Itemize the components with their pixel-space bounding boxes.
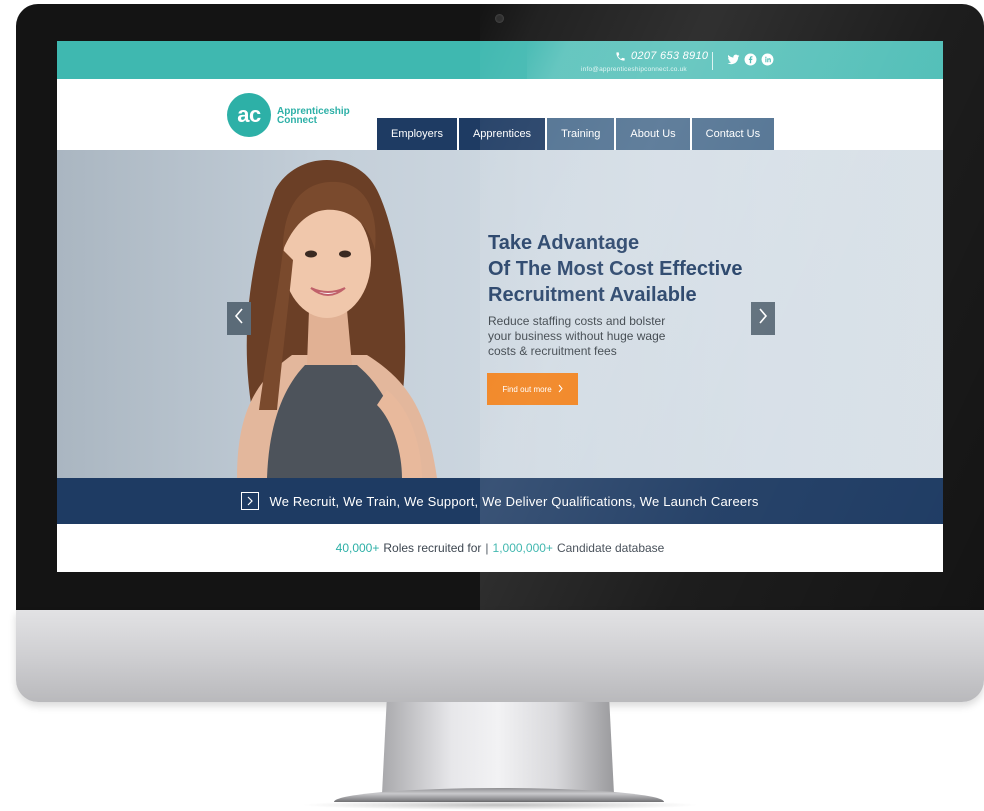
chevron-left-icon <box>234 308 244 329</box>
nav-item-contact-us[interactable]: Contact Us <box>691 118 775 150</box>
monitor-chin <box>16 610 984 702</box>
linkedin-icon[interactable] <box>761 53 774 66</box>
logo-line2: Connect <box>277 115 317 126</box>
slider-prev-button[interactable] <box>227 302 251 335</box>
hero-subtitle: Reduce staffing costs and bolster your b… <box>488 314 666 358</box>
find-out-more-button[interactable]: Find out more <box>487 373 578 405</box>
hero-title: Take Advantage Of The Most Cost Effectiv… <box>488 232 743 306</box>
chevron-right-icon <box>758 308 768 329</box>
roles-label: Roles recruited for <box>383 541 482 555</box>
button-label: Find out more <box>502 384 552 394</box>
twitter-icon[interactable] <box>727 53 740 66</box>
phone-icon <box>615 51 626 62</box>
nav-item-about-us[interactable]: About Us <box>616 118 690 150</box>
nav-item-employers[interactable]: Employers <box>377 118 457 150</box>
phone-number[interactable]: 0207 653 8910 <box>615 50 708 62</box>
phone-number-text: 0207 653 8910 <box>631 50 709 62</box>
tagline-text: We Recruit, We Train, We Support, We Del… <box>269 493 759 509</box>
tagline-band: We Recruit, We Train, We Support, We Del… <box>57 478 943 524</box>
website-screen: 0207 653 8910 info@apprenticeshipconnect… <box>57 41 943 572</box>
logo-wordmark[interactable]: Apprenticeship Connect <box>277 107 350 126</box>
hero-slider: Take Advantage Of The Most Cost Effectiv… <box>57 150 943 478</box>
logo-mark[interactable]: ac <box>227 93 271 137</box>
facebook-icon[interactable] <box>744 53 757 66</box>
divider <box>712 52 713 70</box>
top-contact-bar: 0207 653 8910 info@apprenticeshipconnect… <box>57 41 943 79</box>
chevron-right-icon <box>558 384 563 395</box>
nav-item-training[interactable]: Training <box>547 118 615 150</box>
candidates-count: 1,000,000+ <box>492 541 553 555</box>
chevron-right-icon[interactable] <box>241 492 260 510</box>
stats-bar: 40,000+ Roles recruited for | 1,000,000+… <box>57 524 943 572</box>
roles-count: 40,000+ <box>335 541 380 555</box>
monitor-stand <box>382 702 614 794</box>
stats-separator: | <box>485 541 489 555</box>
site-header: ac Apprenticeship Connect Employers Appr… <box>57 79 943 150</box>
candidates-label: Candidate database <box>556 541 665 555</box>
nav-item-apprentices[interactable]: Apprentices <box>458 118 546 150</box>
main-nav: Employers Apprentices Training About Us … <box>377 118 775 150</box>
webcam <box>495 14 504 23</box>
email-link[interactable]: info@apprenticeshipconnect.co.uk <box>581 66 687 73</box>
social-links <box>727 53 774 66</box>
